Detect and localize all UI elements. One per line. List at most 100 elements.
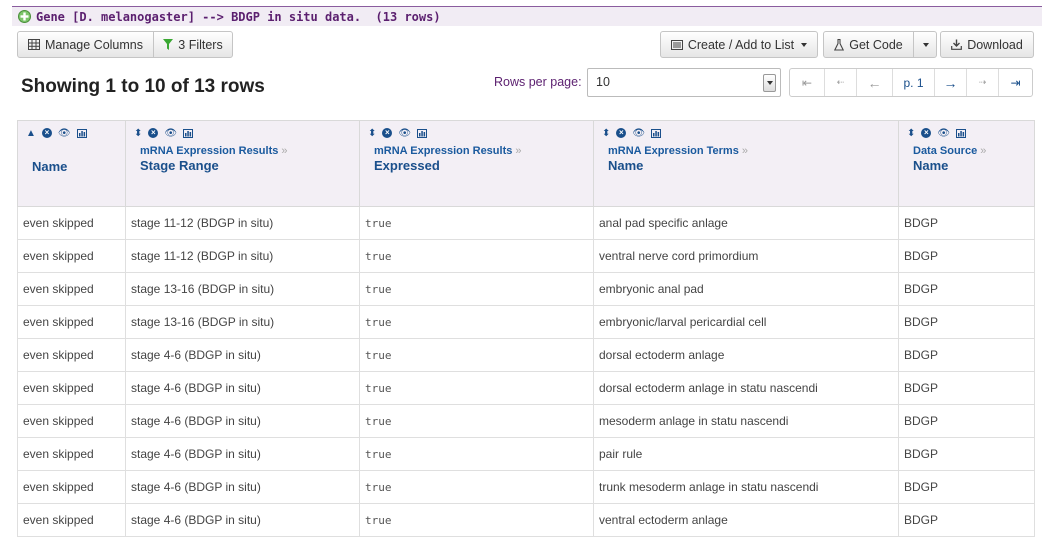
table-cell[interactable]: BDGP (898, 404, 1035, 438)
table-cell[interactable]: even skipped (17, 206, 126, 240)
filters-button[interactable]: 3 Filters (153, 31, 233, 58)
table-cell[interactable]: even skipped (17, 404, 126, 438)
table-cell[interactable]: BDGP (898, 503, 1035, 537)
table-cell[interactable]: true (359, 371, 594, 405)
table-cell[interactable]: even skipped (17, 437, 126, 471)
table-cell[interactable]: true (359, 404, 594, 438)
table-cell[interactable]: true (359, 338, 594, 372)
table-cell[interactable]: ventral nerve cord primordium (593, 239, 899, 273)
rows-per-page-select[interactable]: 10 (587, 68, 781, 97)
table-row: even skipped stage 13-16 (BDGP in situ) … (17, 305, 1035, 339)
sort-icon[interactable]: ⬍ (134, 128, 142, 139)
table-cell[interactable]: trunk mesoderm anlage in statu nascendi (593, 470, 899, 504)
table-cell[interactable]: BDGP (898, 239, 1035, 273)
sort-asc-icon[interactable]: ▲ (26, 128, 36, 139)
get-code-button[interactable]: Get Code (823, 31, 914, 58)
column-path[interactable]: mRNA Expression Results» (140, 145, 359, 157)
current-page-button[interactable]: p. 1 (893, 69, 935, 96)
table-cell[interactable]: even skipped (17, 503, 126, 537)
column-name[interactable]: Stage Range (140, 158, 359, 173)
filters-label: 3 Filters (178, 37, 223, 52)
table-cell[interactable]: true (359, 470, 594, 504)
eye-icon[interactable]: 👁 (398, 128, 411, 139)
column-name[interactable]: Name (913, 158, 1034, 173)
table-cell[interactable]: true (359, 503, 594, 537)
column-path[interactable]: mRNA Expression Results» (374, 145, 593, 157)
table-cell[interactable]: true (359, 437, 594, 471)
sort-icon[interactable]: ⬍ (907, 128, 915, 139)
table-cell[interactable]: dorsal ectoderm anlage (593, 338, 899, 372)
table-cell[interactable]: dorsal ectoderm anlage in statu nascendi (593, 371, 899, 405)
remove-column-icon[interactable]: × (41, 128, 52, 138)
download-button[interactable]: Download (940, 31, 1034, 58)
table-cell[interactable]: stage 4-6 (BDGP in situ) (125, 371, 360, 405)
get-code-dropdown-button[interactable] (913, 31, 937, 58)
remove-column-icon[interactable]: × (382, 128, 393, 138)
table-cell[interactable]: stage 4-6 (BDGP in situ) (125, 404, 360, 438)
table-cell[interactable]: even skipped (17, 371, 126, 405)
table-cell[interactable]: anal pad specific anlage (593, 206, 899, 240)
table-cell[interactable]: embryonic/larval pericardial cell (593, 305, 899, 339)
first-page-button[interactable]: ⇤ (790, 69, 825, 96)
table-cell[interactable]: stage 11-12 (BDGP in situ) (125, 239, 360, 273)
table-cell[interactable]: true (359, 239, 594, 273)
column-summary-icon[interactable] (417, 128, 428, 138)
remove-column-icon[interactable]: × (921, 128, 932, 138)
table-cell[interactable]: BDGP (898, 305, 1035, 339)
sort-icon[interactable]: ⬍ (368, 128, 376, 139)
table-cell[interactable]: even skipped (17, 305, 126, 339)
next-page-button[interactable]: → (935, 69, 967, 96)
table-cell[interactable]: BDGP (898, 338, 1035, 372)
prev-page-button[interactable]: ← (857, 69, 893, 96)
chevron-down-icon (801, 42, 808, 47)
table-cell[interactable]: stage 4-6 (BDGP in situ) (125, 437, 360, 471)
table-cell[interactable]: even skipped (17, 470, 126, 504)
table-cell[interactable]: true (359, 272, 594, 306)
eye-icon[interactable]: 👁 (937, 128, 950, 139)
table-cell[interactable]: true (359, 305, 594, 339)
table-cell[interactable]: stage 4-6 (BDGP in situ) (125, 338, 360, 372)
eye-icon[interactable]: 👁 (632, 128, 645, 139)
column-name[interactable]: Name (608, 158, 898, 173)
column-summary-icon[interactable] (956, 128, 967, 138)
eye-icon[interactable]: 👁 (58, 128, 71, 139)
table-cell[interactable]: mesoderm anlage in statu nascendi (593, 404, 899, 438)
sort-icon[interactable]: ⬍ (602, 128, 610, 139)
manage-columns-button[interactable]: Manage Columns (17, 31, 154, 58)
chevron-down-icon[interactable] (763, 74, 776, 92)
table-cell[interactable]: BDGP (898, 206, 1035, 240)
column-summary-icon[interactable] (183, 128, 194, 138)
column-path[interactable]: Data Source» (913, 145, 1034, 157)
table-cell[interactable]: BDGP (898, 272, 1035, 306)
column-name[interactable]: Name (32, 159, 125, 174)
prev-page-group-button[interactable]: ⇠ (825, 69, 857, 96)
next-page-group-button[interactable]: ⇢ (967, 69, 999, 96)
table-cell[interactable]: stage 4-6 (BDGP in situ) (125, 503, 360, 537)
last-page-button[interactable]: ⇥ (999, 69, 1032, 96)
create-add-to-list-label: Create / Add to List (687, 37, 795, 52)
table-row: even skipped stage 4-6 (BDGP in situ) tr… (17, 371, 1035, 405)
table-cell[interactable]: stage 13-16 (BDGP in situ) (125, 305, 360, 339)
column-path[interactable]: mRNA Expression Terms» (608, 145, 898, 157)
table-cell[interactable]: even skipped (17, 239, 126, 273)
column-name[interactable]: Expressed (374, 158, 593, 173)
table-cell[interactable]: BDGP (898, 371, 1035, 405)
table-cell[interactable]: stage 4-6 (BDGP in situ) (125, 470, 360, 504)
column-summary-icon[interactable] (76, 128, 87, 138)
table-cell[interactable]: even skipped (17, 338, 126, 372)
column-summary-icon[interactable] (651, 128, 662, 138)
table-cell[interactable]: BDGP (898, 470, 1035, 504)
table-cell[interactable]: true (359, 206, 594, 240)
remove-column-icon[interactable]: × (616, 128, 627, 138)
create-add-to-list-button[interactable]: Create / Add to List (660, 31, 818, 58)
table-cell[interactable]: stage 13-16 (BDGP in situ) (125, 272, 360, 306)
remove-column-icon[interactable]: × (148, 128, 159, 138)
table-cell[interactable]: even skipped (17, 272, 126, 306)
table-cell[interactable]: embryonic anal pad (593, 272, 899, 306)
eye-icon[interactable]: 👁 (164, 128, 177, 139)
table-cell[interactable]: ventral ectoderm anlage (593, 503, 899, 537)
table-cell[interactable]: stage 11-12 (BDGP in situ) (125, 206, 360, 240)
table-cell[interactable]: pair rule (593, 437, 899, 471)
plus-icon[interactable] (18, 10, 31, 23)
table-cell[interactable]: BDGP (898, 437, 1035, 471)
